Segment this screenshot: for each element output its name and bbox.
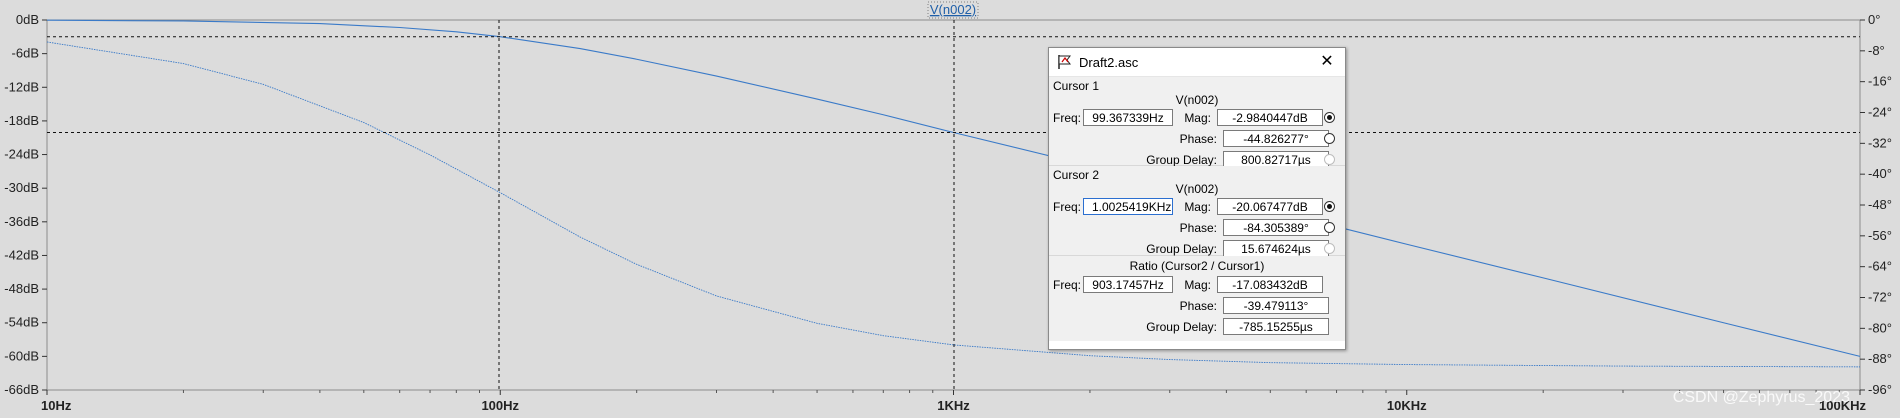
cursor1-phase-label: Phase: bbox=[1179, 131, 1217, 146]
cursor1-title: Cursor 1 bbox=[1053, 79, 1100, 93]
x-tick-label: 1KHz bbox=[937, 398, 970, 413]
ratio-mag-label: Mag: bbox=[1184, 277, 1211, 292]
y-right-tick-label: -8° bbox=[1868, 43, 1885, 58]
y-left-tick-label: -30dB bbox=[4, 180, 39, 195]
dialog-titlebar[interactable]: Draft2.asc ✕ bbox=[1049, 48, 1345, 77]
y-right-tick-label: -64° bbox=[1868, 259, 1892, 274]
y-right-tick-label: -48° bbox=[1868, 197, 1892, 212]
cursor2-freq-field[interactable]: 1.0025419KHz bbox=[1083, 198, 1173, 215]
cursor2-phase-label: Phase: bbox=[1179, 220, 1217, 235]
y-right-tick-label: -72° bbox=[1868, 290, 1892, 305]
y-left-tick-label: -12dB bbox=[4, 79, 39, 94]
y-right-tick-label: -56° bbox=[1868, 228, 1892, 243]
watermark: CSDN @Zephyrus_2023 bbox=[1673, 389, 1850, 406]
cursor2-signal: V(n002) bbox=[1175, 182, 1219, 196]
ratio-mag-field[interactable]: -17.083432dB bbox=[1217, 276, 1323, 293]
y-left-tick-label: -18dB bbox=[4, 113, 39, 128]
cursor2-phase-radio[interactable] bbox=[1324, 222, 1335, 233]
cursor1-mag-label: Mag: bbox=[1184, 110, 1211, 125]
cursor1-phase-field[interactable]: -44.826277° bbox=[1223, 130, 1329, 147]
y-left-tick-label: -54dB bbox=[4, 315, 39, 330]
y-right-tick-label: -32° bbox=[1868, 135, 1892, 150]
cursor-dialog[interactable]: Draft2.asc ✕ Cursor 1 V(n002) Freq: 99.3… bbox=[1048, 47, 1346, 350]
left-axis-ticks: 0dB -6dB -12dB -18dB -24dB -30dB -36dB -42dB -48… bbox=[4, 12, 47, 397]
x-tick-label: 10KHz bbox=[1387, 398, 1427, 413]
y-right-tick-label: -96° bbox=[1868, 382, 1892, 397]
trace-label[interactable]: V(n002) bbox=[930, 2, 976, 17]
y-right-tick-label: -16° bbox=[1868, 74, 1892, 89]
ratio-freq-field[interactable]: 903.17457Hz bbox=[1083, 276, 1173, 293]
y-left-tick-label: -66dB bbox=[4, 382, 39, 397]
y-left-tick-label: -42dB bbox=[4, 247, 39, 262]
cursor2-freq-label: Freq: bbox=[1053, 199, 1082, 214]
y-left-tick-label: -48dB bbox=[4, 281, 39, 296]
ratio-title: Ratio (Cursor2 / Cursor1) bbox=[1129, 259, 1265, 273]
cursor1-signal: V(n002) bbox=[1175, 93, 1219, 107]
y-left-tick-label: 0dB bbox=[16, 12, 39, 27]
y-right-tick-label: -88° bbox=[1868, 351, 1892, 366]
y-right-tick-label: -80° bbox=[1868, 320, 1892, 335]
dialog-title: Draft2.asc bbox=[1079, 54, 1139, 70]
cursor2-mag-radio[interactable] bbox=[1324, 201, 1335, 212]
cursor2-title: Cursor 2 bbox=[1053, 168, 1100, 182]
right-axis-ticks: 0° -8° -16° -24° -32° -40° -48° -56° -64° -72° -80… bbox=[1860, 12, 1892, 397]
x-tick-label: 10Hz bbox=[41, 398, 72, 413]
y-left-tick-label: -60dB bbox=[4, 348, 39, 363]
cursor2-gd-radio[interactable] bbox=[1324, 243, 1335, 254]
x-tick-label: 100Hz bbox=[481, 398, 519, 413]
cursor2-gd-field[interactable]: 15.674624µs bbox=[1223, 240, 1329, 257]
y-left-tick-label: -36dB bbox=[4, 214, 39, 229]
ratio-gd-field[interactable]: -785.15255µs bbox=[1223, 318, 1329, 335]
ratio-phase-field[interactable]: -39.479113° bbox=[1223, 297, 1329, 314]
trace-label-box[interactable]: V(n002) bbox=[927, 1, 979, 19]
y-right-tick-label: -24° bbox=[1868, 105, 1892, 120]
cursor1-gd-radio[interactable] bbox=[1324, 154, 1335, 165]
app-icon bbox=[1058, 55, 1071, 69]
y-right-tick-label: 0° bbox=[1868, 12, 1880, 27]
cursor2-section: Cursor 2 V(n002) Freq: 1.0025419KHz Mag:… bbox=[1049, 166, 1345, 257]
y-right-tick-label: -40° bbox=[1868, 166, 1892, 181]
x-axis-ticks: 10Hz 100Hz 1KHz 10KHz 100KHz bbox=[41, 390, 1866, 413]
cursor1-freq-field[interactable]: 99.367339Hz bbox=[1083, 109, 1173, 126]
cursor2-mag-field[interactable]: -20.067477dB bbox=[1217, 198, 1323, 215]
ratio-section: Ratio (Cursor2 / Cursor1) Freq: 903.1745… bbox=[1049, 256, 1345, 341]
cursor2-phase-field[interactable]: -84.305389° bbox=[1223, 219, 1329, 236]
bode-plot[interactable]: 0dB -6dB -12dB -18dB -24dB -30dB -36dB -42dB -48… bbox=[0, 0, 1900, 418]
cursor1-mag-field[interactable]: -2.9840447dB bbox=[1217, 109, 1323, 126]
cursor1-freq-label: Freq: bbox=[1053, 110, 1082, 125]
close-button[interactable]: ✕ bbox=[1317, 52, 1337, 72]
cursor1-mag-radio[interactable] bbox=[1324, 112, 1335, 123]
cursor2-mag-label: Mag: bbox=[1184, 199, 1211, 214]
ratio-phase-label: Phase: bbox=[1179, 298, 1217, 313]
cursor1-gd-label: Group Delay: bbox=[1146, 152, 1217, 167]
y-left-tick-label: -6dB bbox=[12, 46, 39, 61]
ratio-freq-label: Freq: bbox=[1053, 277, 1082, 292]
cursor2-gd-label: Group Delay: bbox=[1146, 241, 1217, 256]
ratio-gd-label: Group Delay: bbox=[1146, 319, 1217, 334]
cursor1-phase-radio[interactable] bbox=[1324, 133, 1335, 144]
y-left-tick-label: -24dB bbox=[4, 147, 39, 162]
cursor1-section: Cursor 1 V(n002) Freq: 99.367339Hz Mag: … bbox=[1049, 77, 1345, 168]
